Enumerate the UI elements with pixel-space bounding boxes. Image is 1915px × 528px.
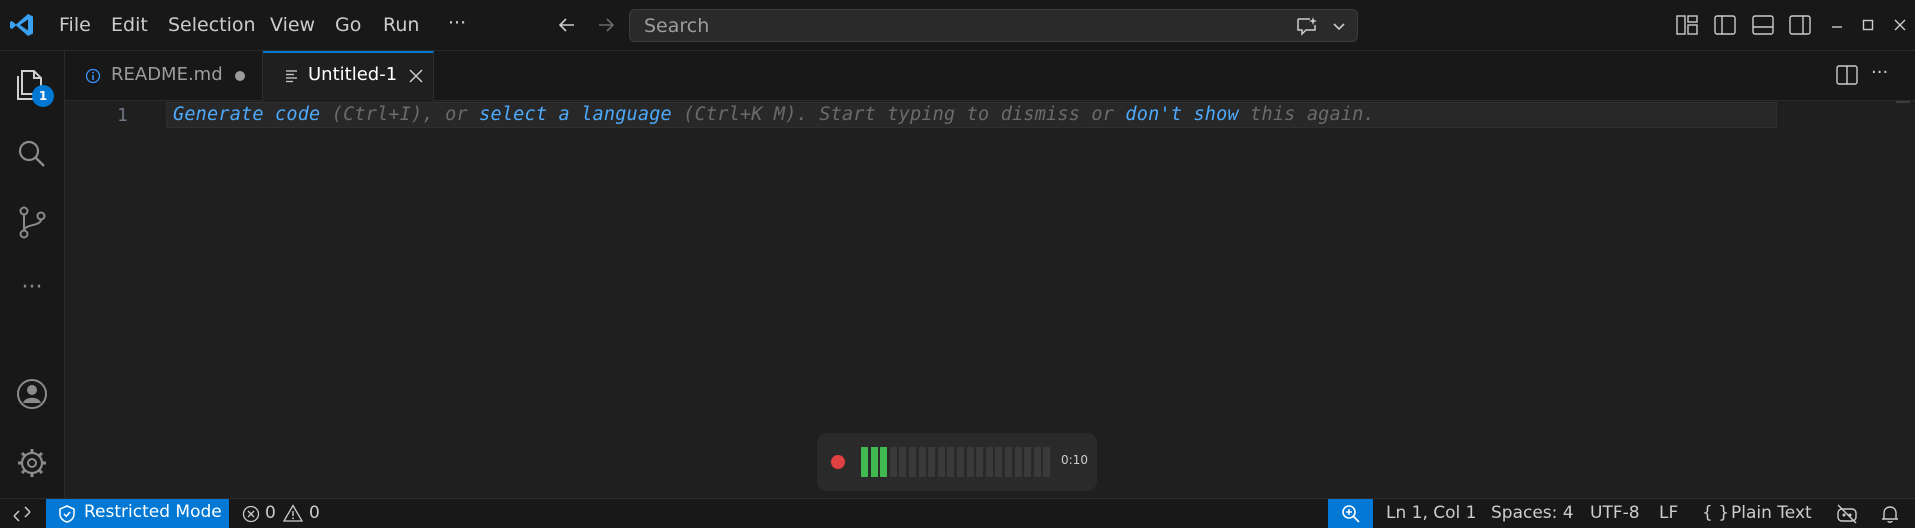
toggle-panel-icon[interactable] — [1752, 15, 1774, 35]
toggle-secondary-sidebar-icon[interactable] — [1789, 15, 1811, 35]
explorer-badge: 1 — [32, 85, 54, 107]
minimize-icon[interactable] — [1830, 18, 1844, 32]
split-editor-icon[interactable] — [1836, 65, 1858, 85]
level-bar — [966, 447, 974, 477]
level-bar — [918, 447, 926, 477]
menu-more[interactable]: ··· — [448, 10, 466, 36]
indentation[interactable]: Spaces: 4 — [1491, 503, 1574, 523]
encoding[interactable]: UTF-8 — [1590, 503, 1640, 523]
level-bar — [899, 447, 907, 477]
level-bar — [909, 447, 916, 477]
status-bar: Restricted Mode 0 0 Ln 1, Col 1 Spaces: … — [0, 498, 1915, 528]
warnings-count[interactable]: 0 — [309, 503, 320, 523]
close-tab-icon[interactable] — [408, 68, 424, 84]
level-bar — [976, 447, 984, 477]
recording-time: 0:10 — [1061, 453, 1088, 467]
end-of-line[interactable]: LF — [1659, 503, 1678, 523]
scrollbar-indicator[interactable] — [1896, 101, 1910, 103]
menu-run[interactable]: Run — [383, 12, 419, 38]
generate-code-link[interactable]: Generate code — [173, 104, 320, 125]
menu-go[interactable]: Go — [335, 12, 361, 38]
level-bar — [1033, 447, 1041, 477]
level-bar — [995, 447, 1003, 477]
editor-tab-bar: README.md Untitled-1 ··· — [65, 51, 1915, 101]
chat-sparkle-icon[interactable] — [1296, 16, 1318, 36]
menu-edit[interactable]: Edit — [111, 12, 148, 38]
errors-icon[interactable] — [242, 505, 260, 523]
source-control-icon[interactable] — [12, 202, 52, 242]
language-braces-icon: { } — [1702, 503, 1730, 523]
dont-show-link[interactable]: don't show — [1125, 104, 1238, 125]
forward-arrow-icon[interactable] — [596, 15, 616, 35]
errors-count[interactable]: 0 — [265, 503, 276, 523]
empty-editor-hint: Generate code (Ctrl+I), or select a lang… — [173, 104, 1375, 125]
level-bar — [1024, 447, 1032, 477]
search-icon[interactable] — [12, 134, 52, 174]
line-number: 1 — [117, 105, 128, 126]
level-bar — [937, 447, 945, 477]
warning-icon[interactable] — [283, 504, 303, 522]
level-bar — [889, 447, 897, 477]
settings-gear-icon[interactable] — [12, 443, 52, 483]
toggle-primary-sidebar-icon[interactable] — [1714, 15, 1736, 35]
shield-icon — [59, 505, 75, 523]
restricted-mode-label: Restricted Mode — [84, 502, 222, 522]
back-arrow-icon[interactable] — [557, 15, 577, 35]
level-bar — [957, 447, 964, 477]
select-language-link[interactable]: select a language — [479, 104, 672, 125]
level-bar — [928, 447, 936, 477]
hint-text: (Ctrl+I), or — [320, 104, 480, 125]
zoom-button[interactable] — [1328, 499, 1373, 528]
copilot-disabled-icon[interactable] — [1836, 504, 1858, 524]
tab-label: README.md — [111, 64, 223, 85]
level-bar — [861, 447, 868, 477]
tab-untitled[interactable]: Untitled-1 — [263, 51, 434, 101]
info-icon — [85, 68, 101, 84]
vscode-logo-icon — [9, 12, 35, 38]
chevron-down-icon[interactable] — [1331, 18, 1347, 34]
zoom-in-icon — [1341, 504, 1361, 524]
restricted-mode-indicator[interactable]: Restricted Mode — [46, 499, 229, 528]
close-window-icon[interactable] — [1893, 18, 1907, 32]
more-views-icon[interactable]: ··· — [12, 273, 52, 313]
remote-indicator-icon[interactable] — [12, 505, 32, 523]
modified-dot-icon[interactable] — [235, 71, 245, 81]
maximize-icon[interactable] — [1861, 18, 1875, 32]
cursor-position[interactable]: Ln 1, Col 1 — [1386, 503, 1477, 523]
menu-selection[interactable]: Selection — [168, 12, 256, 38]
level-bar — [880, 447, 888, 477]
hint-text: this again. — [1238, 104, 1375, 125]
command-center-search[interactable]: Search — [629, 9, 1358, 42]
level-bar — [870, 447, 878, 477]
search-placeholder: Search — [644, 15, 710, 37]
level-bar — [1043, 447, 1051, 477]
recording-widget[interactable]: 0:10 — [817, 433, 1097, 491]
customize-layout-icon[interactable] — [1676, 15, 1698, 35]
accounts-icon[interactable] — [12, 374, 52, 414]
record-dot-icon[interactable] — [831, 455, 845, 469]
menu-view[interactable]: View — [270, 12, 315, 38]
notifications-bell-icon[interactable] — [1880, 504, 1900, 524]
activity-bar: 1 ··· — [0, 51, 65, 498]
text-file-icon — [284, 68, 300, 84]
level-bar — [1014, 447, 1022, 477]
level-bar — [985, 447, 993, 477]
level-bar — [1005, 447, 1012, 477]
editor-more-actions[interactable]: ··· — [1871, 62, 1888, 83]
language-mode[interactable]: Plain Text — [1731, 503, 1812, 523]
tab-readme[interactable]: README.md — [65, 51, 263, 101]
menu-file[interactable]: File — [59, 12, 91, 38]
hint-text: (Ctrl+K M). Start typing to dismiss or — [671, 104, 1126, 125]
level-bar — [947, 447, 955, 477]
tab-label: Untitled-1 — [308, 64, 398, 85]
title-bar: File Edit Selection View Go Run ··· Sear… — [0, 0, 1915, 51]
